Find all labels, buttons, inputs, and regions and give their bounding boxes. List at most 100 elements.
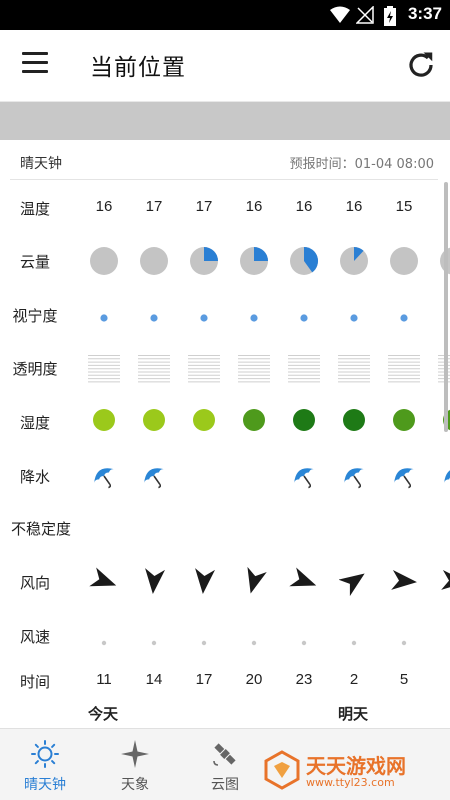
- row-label-wind-speed: 风速: [19, 628, 50, 646]
- row-label-time: 时间: [19, 673, 50, 691]
- wind-direction-arrow: [189, 566, 219, 596]
- humidity-dot: [392, 408, 416, 432]
- temperature-value: 17: [195, 198, 213, 215]
- wind-direction-arrow: [139, 566, 169, 596]
- row-label-temperature: 温度: [19, 200, 50, 218]
- row-label-cloud: 云量: [19, 253, 50, 271]
- humidity-dot: [292, 408, 316, 432]
- refresh-icon[interactable]: [406, 50, 436, 80]
- forecast-issued-time: 预报时间：01-04 08:00: [289, 157, 434, 172]
- umbrella-icon: [440, 462, 450, 490]
- wind-speed-dot: [350, 632, 358, 646]
- seeing-dot: [349, 308, 359, 322]
- hamburger-menu-icon[interactable]: [22, 52, 48, 78]
- cloud-cover-icon: [389, 246, 419, 276]
- wind-speed-dot: [100, 632, 108, 646]
- sun-icon: [31, 740, 59, 768]
- hour-label: 2: [349, 671, 359, 688]
- nav-label: 云图: [211, 777, 239, 793]
- nav-label: 晴天钟: [24, 777, 66, 793]
- transparency-pattern: [338, 354, 370, 384]
- day-label: 明天: [338, 705, 369, 723]
- hour-label: 23: [295, 671, 313, 688]
- watermark-text: 天天游戏网: [306, 754, 406, 778]
- seeing-dot: [149, 308, 159, 322]
- humidity-dot: [142, 408, 166, 432]
- day-label: 今天: [88, 705, 119, 723]
- banner-placeholder: [0, 102, 450, 140]
- wind-speed-dot: [150, 632, 158, 646]
- umbrella-icon: [290, 462, 318, 490]
- nav-item-cloud-map[interactable]: 云图: [180, 729, 270, 800]
- humidity-dot: [242, 408, 266, 432]
- cloud-cover-icon: [189, 246, 219, 276]
- app-bar: 当前位置: [0, 30, 450, 102]
- divider: [10, 179, 438, 180]
- umbrella-icon: [340, 462, 368, 490]
- wind-speed-dot: [250, 632, 258, 646]
- humidity-dot: [192, 408, 216, 432]
- nav-label: 天象: [121, 777, 149, 793]
- seeing-dot: [99, 308, 109, 322]
- row-label-precipitation: 降水: [19, 468, 50, 486]
- wind-speed-dot: [300, 632, 308, 646]
- wifi-icon: [330, 6, 350, 23]
- transparency-pattern: [88, 354, 120, 384]
- forecast-title: 晴天钟: [20, 156, 62, 172]
- cloud-cover-icon: [89, 246, 119, 276]
- signal-icon: [356, 6, 374, 24]
- watermark: 天天游戏网 www.ttyl23.com: [262, 748, 442, 794]
- satellite-icon: [213, 743, 236, 766]
- hour-label: 17: [195, 671, 213, 688]
- seeing-dot: [299, 308, 309, 322]
- row-label-wind-direction: 风向: [19, 574, 50, 592]
- umbrella-icon: [140, 462, 168, 490]
- humidity-dot: [342, 408, 366, 432]
- cloud-cover-icon: [339, 246, 369, 276]
- humidity-dot: [92, 408, 116, 432]
- forecast-header: 晴天钟 预报时间：01-04 08:00: [0, 140, 450, 180]
- hour-label: 14: [145, 671, 163, 688]
- umbrella-icon: [90, 462, 118, 490]
- temperature-value: 16: [245, 198, 263, 215]
- transparency-pattern: [288, 354, 320, 384]
- hour-label: 5: [399, 671, 409, 688]
- wind-direction-arrow: [338, 566, 369, 597]
- nav-item-celestial[interactable]: 天象: [90, 729, 180, 800]
- wind-speed-dot: [400, 632, 408, 646]
- transparency-pattern: [188, 354, 220, 384]
- temperature-value: 16: [95, 198, 113, 215]
- temperature-value: 17: [145, 198, 163, 215]
- status-time: 3:37: [407, 4, 442, 23]
- wind-speed-dot: [200, 632, 208, 646]
- seeing-dot: [399, 308, 409, 322]
- row-label-humidity: 湿度: [19, 414, 50, 432]
- transparency-pattern: [388, 354, 420, 384]
- page-title: 当前位置: [90, 55, 186, 81]
- cloud-cover-icon: [289, 246, 319, 276]
- watermark-url: www.ttyl23.com: [306, 776, 395, 789]
- status-bar: 3:37: [0, 0, 450, 30]
- wind-direction-arrow: [389, 566, 419, 596]
- battery-icon: [384, 6, 396, 26]
- wind-direction-arrow: [239, 566, 269, 596]
- row-label-instability: 不稳定度: [10, 520, 71, 538]
- hour-label: 11: [96, 671, 112, 688]
- seeing-dot: [199, 308, 209, 322]
- cloud-cover-icon: [139, 246, 169, 276]
- wind-direction-arrow: [89, 566, 119, 596]
- umbrella-icon: [390, 462, 418, 490]
- temperature-value: 16: [295, 198, 313, 215]
- nav-item-clear-sky-clock[interactable]: 晴天钟: [0, 729, 90, 800]
- transparency-pattern: [138, 354, 170, 384]
- row-label-transparency: 透明度: [12, 360, 58, 378]
- horizontal-scroll-indicator[interactable]: [444, 182, 448, 432]
- hour-label: 20: [245, 671, 263, 688]
- watermark-logo-icon: [264, 750, 300, 790]
- star-sparkle-icon: [121, 740, 149, 768]
- transparency-pattern: [238, 354, 270, 384]
- temperature-value: 16: [345, 198, 363, 215]
- wind-direction-arrow: [289, 566, 319, 596]
- seeing-dot: [249, 308, 259, 322]
- temperature-value: 15: [395, 198, 413, 215]
